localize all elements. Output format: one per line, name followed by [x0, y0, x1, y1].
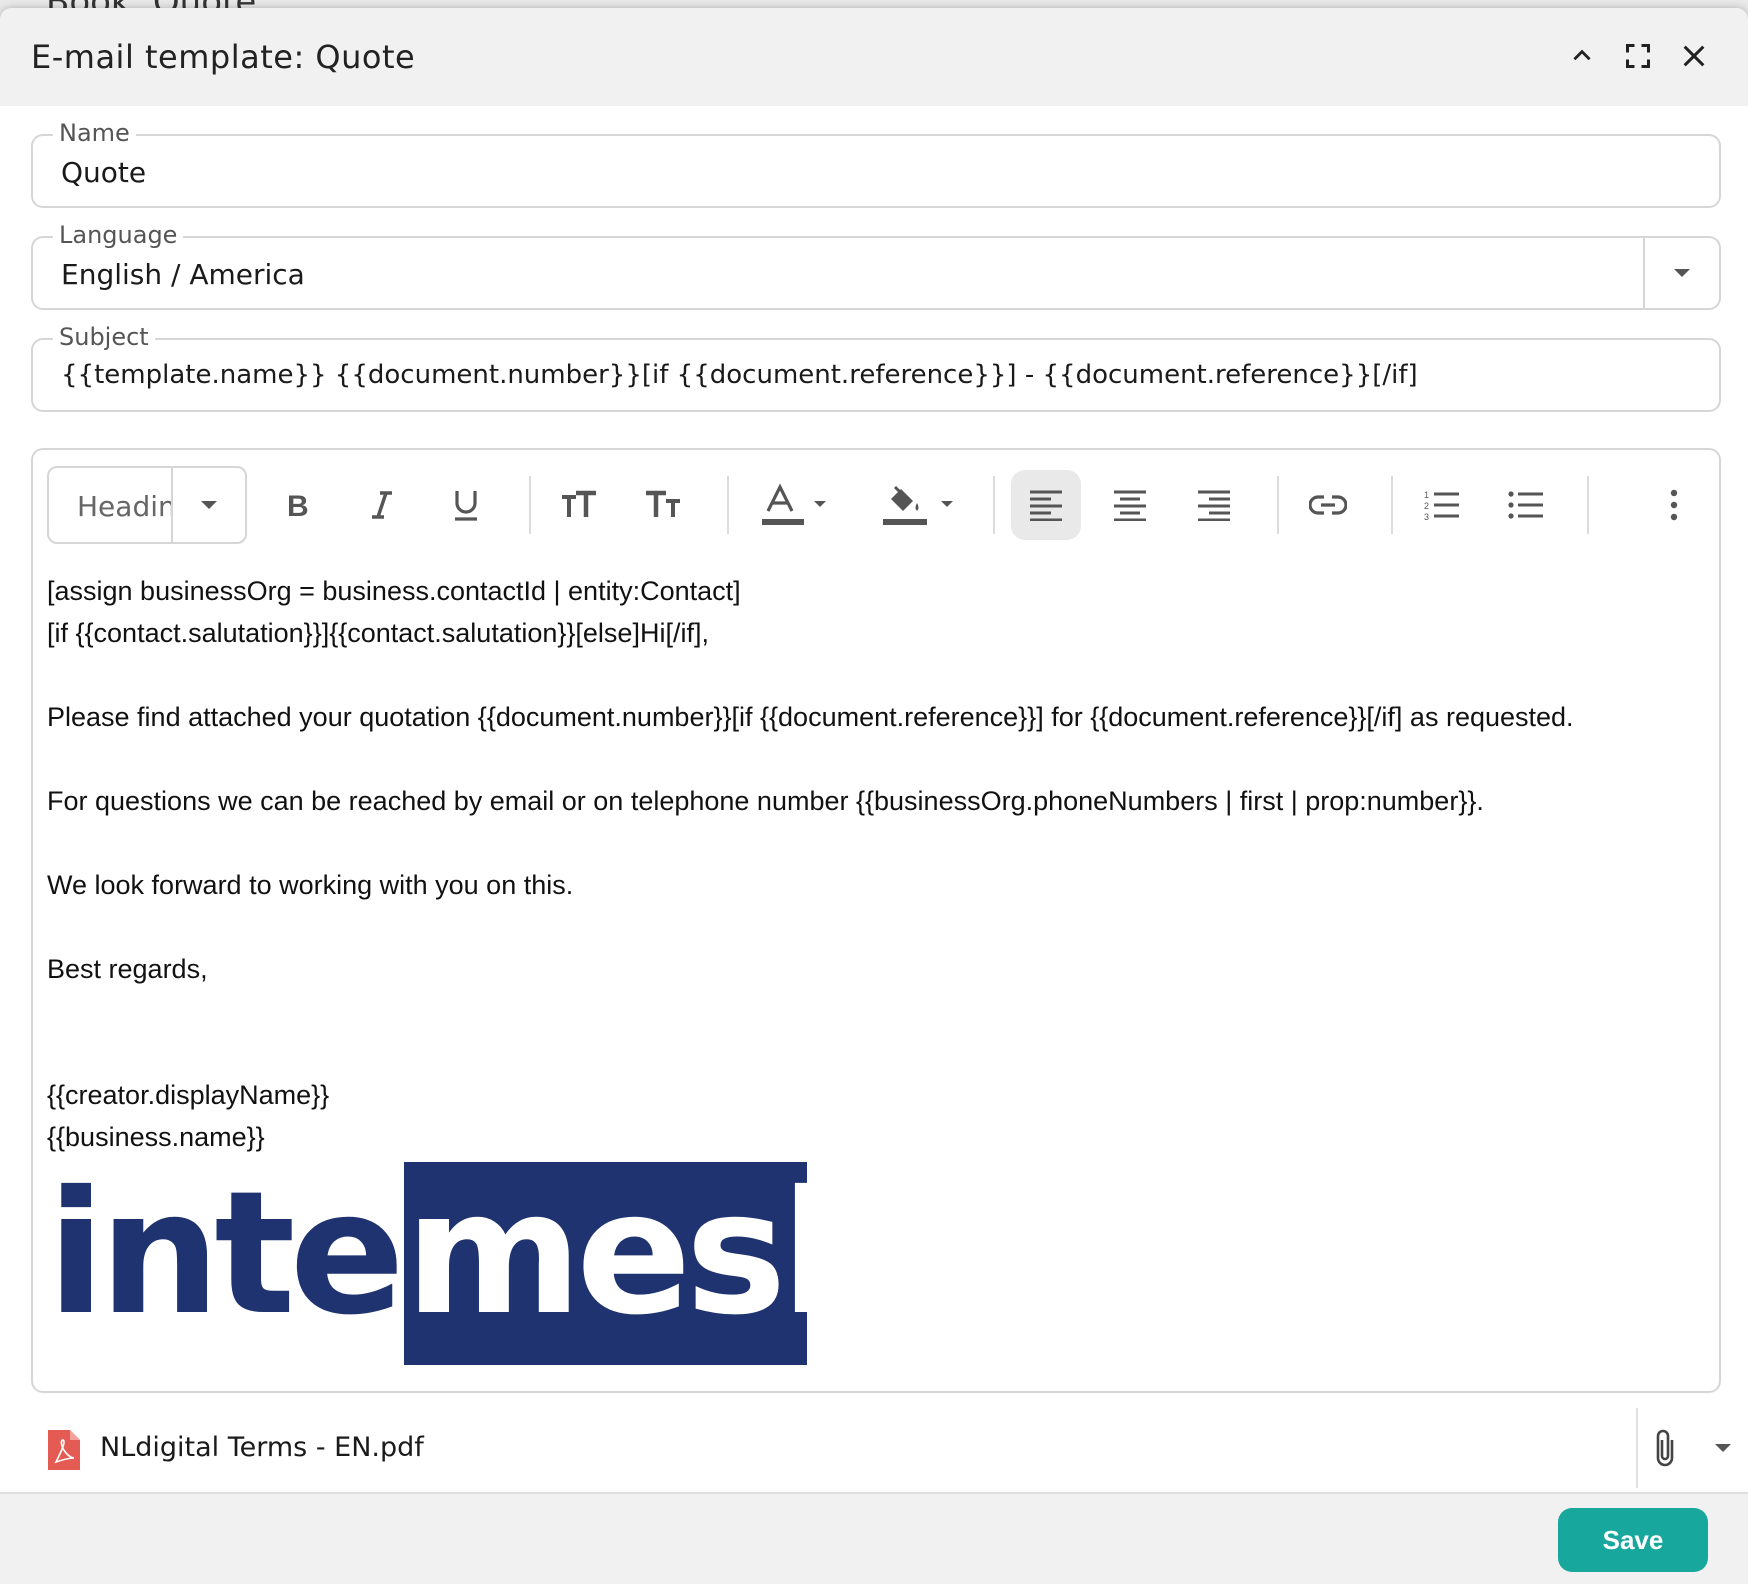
font-size-increase-button[interactable] — [545, 470, 615, 540]
ordered-list-icon: 1 2 3 — [1424, 490, 1459, 521]
caret-down-icon — [1715, 1444, 1731, 1452]
body-line: We look forward to working with you on t… — [47, 870, 574, 900]
paperclip-icon — [1656, 1429, 1674, 1467]
text-color-icon — [762, 483, 826, 525]
svg-text:3: 3 — [1424, 512, 1429, 521]
close-button[interactable] — [1670, 32, 1718, 80]
more-options-button[interactable] — [1639, 470, 1709, 540]
caret-down-icon — [1674, 269, 1690, 277]
body-line: [if {{contact.salutation}}]{{contact.sal… — [47, 618, 709, 648]
fill-color-icon — [883, 485, 953, 525]
bullet-list-icon — [1508, 491, 1543, 519]
name-field[interactable]: Name Quote — [31, 119, 1721, 208]
body-line: Please find attached your quotation {{do… — [47, 702, 1574, 732]
underline-button[interactable] — [431, 470, 501, 540]
text-color-button[interactable] — [747, 470, 847, 540]
align-right-button[interactable] — [1179, 470, 1249, 540]
subject-label: Subject — [53, 323, 155, 351]
font-size-increase-icon — [562, 490, 596, 517]
heading-select-value: Headin — [77, 490, 171, 523]
font-size-decrease-button[interactable] — [629, 470, 699, 540]
name-value: Quote — [61, 156, 147, 189]
pdf-icon — [46, 1428, 82, 1477]
align-right-icon — [1198, 490, 1230, 521]
align-left-icon — [1030, 490, 1062, 521]
editor-toolbar: Headin B 1 2 3 — [47, 466, 1705, 544]
collapse-button[interactable] — [1558, 32, 1606, 80]
chevron-down-icon[interactable] — [173, 468, 245, 542]
body-line: Best regards, — [47, 954, 208, 984]
save-button[interactable]: Save — [1558, 1508, 1708, 1572]
underline-icon — [455, 491, 477, 521]
attachment-row: NLdigital Terms - EN.pdf — [0, 1408, 1748, 1488]
align-left-button[interactable] — [1011, 470, 1081, 540]
email-template-dialog: E-mail template: Quote Name Quote Langua… — [0, 8, 1748, 1584]
language-dropdown-button[interactable] — [1643, 238, 1719, 308]
fill-color-button[interactable] — [871, 470, 971, 540]
italic-button[interactable] — [347, 470, 417, 540]
font-size-decrease-icon — [646, 490, 680, 517]
align-center-button[interactable] — [1095, 470, 1165, 540]
more-vert-icon — [1670, 489, 1678, 521]
body-line: [assign businessOrg = business.contactId… — [47, 576, 741, 606]
link-icon — [1309, 495, 1347, 515]
svg-text:B: B — [287, 490, 309, 521]
bold-button[interactable]: B — [263, 470, 333, 540]
body-line: For questions we can be reached by email… — [47, 786, 1484, 816]
attachment-filename[interactable]: NLdigital Terms - EN.pdf — [100, 1432, 424, 1463]
chevron-up-icon — [1573, 49, 1591, 61]
svg-text:2: 2 — [1424, 501, 1429, 511]
bold-icon: B — [287, 490, 309, 521]
ordered-list-button[interactable]: 1 2 3 — [1407, 470, 1477, 540]
italic-icon — [372, 491, 392, 519]
dialog-titlebar[interactable]: E-mail template: Quote — [0, 8, 1748, 106]
body-line: {{creator.displayName}} — [47, 1080, 330, 1110]
fullscreen-icon — [1625, 43, 1651, 69]
heading-select[interactable]: Headin — [47, 466, 247, 544]
intermesh-logo: inter mesh — [47, 1155, 902, 1368]
html-editor[interactable]: Headin B 1 2 3 [assign businessOrg = bus… — [31, 448, 1721, 1393]
attach-file-button[interactable] — [1652, 1424, 1732, 1472]
editor-content[interactable]: [assign businessOrg = business.contactId… — [47, 570, 1697, 1158]
bullet-list-button[interactable] — [1491, 470, 1561, 540]
align-center-icon — [1114, 490, 1146, 521]
subject-value: {{template.name}} {{document.number}}[if… — [61, 360, 1418, 390]
name-label: Name — [53, 119, 136, 147]
language-value: English / America — [61, 258, 305, 291]
subject-field[interactable]: Subject {{template.name}} {{document.num… — [31, 323, 1721, 412]
svg-text:1: 1 — [1424, 490, 1429, 500]
maximize-button[interactable] — [1614, 32, 1662, 80]
dialog-title: E-mail template: Quote — [31, 38, 416, 76]
body-line: {{business.name}} — [47, 1122, 265, 1152]
logo-text-mesh: mesh — [405, 1162, 807, 1353]
language-label: Language — [53, 221, 184, 249]
link-button[interactable] — [1293, 470, 1363, 540]
close-icon — [1683, 45, 1705, 67]
dialog-footer: Save — [0, 1492, 1748, 1584]
language-select[interactable]: Language English / America — [31, 221, 1721, 310]
